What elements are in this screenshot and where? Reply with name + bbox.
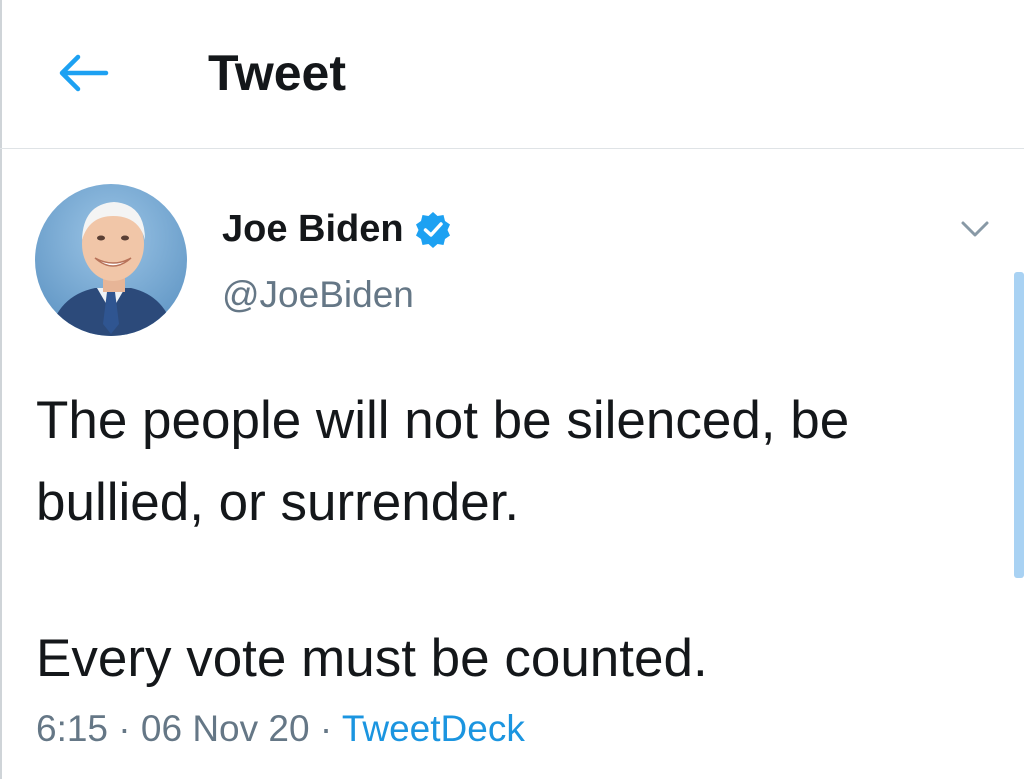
tweet-menu-button[interactable] bbox=[954, 208, 996, 250]
author-name[interactable]: Joe Biden bbox=[222, 208, 404, 251]
tweet-date: 06 Nov 20 bbox=[140, 708, 310, 749]
tweet-text-paragraph: The people will not be silenced, be bull… bbox=[36, 391, 850, 532]
author-name-row: Joe Biden bbox=[222, 204, 452, 254]
tweet-time: 6:15 bbox=[36, 708, 109, 749]
verified-badge-icon bbox=[415, 212, 450, 248]
tweet-source-link[interactable]: TweetDeck bbox=[342, 708, 525, 749]
tweet-text-paragraph: Every vote must be counted. bbox=[36, 629, 708, 688]
meta-separator: · bbox=[118, 708, 131, 749]
meta-separator: · bbox=[319, 708, 333, 749]
tweet-text: The people will not be silenced, be bull… bbox=[36, 380, 1006, 700]
avatar[interactable] bbox=[35, 184, 187, 336]
chevron-down-icon bbox=[961, 221, 989, 237]
profile-photo bbox=[35, 184, 187, 336]
back-button[interactable] bbox=[44, 40, 120, 106]
top-bar: Tweet bbox=[0, 0, 1024, 149]
author-handle[interactable]: @JoeBiden bbox=[222, 274, 414, 316]
tweet-metadata: 6:15 · 06 Nov 20 · TweetDeck bbox=[36, 708, 525, 750]
page-title: Tweet bbox=[208, 45, 346, 101]
tweet-screen: Tweet Joe Biden @JoeBiden The people wil… bbox=[0, 0, 1024, 779]
scrollbar-thumb[interactable] bbox=[1014, 272, 1024, 578]
arrow-left-icon bbox=[59, 54, 109, 92]
